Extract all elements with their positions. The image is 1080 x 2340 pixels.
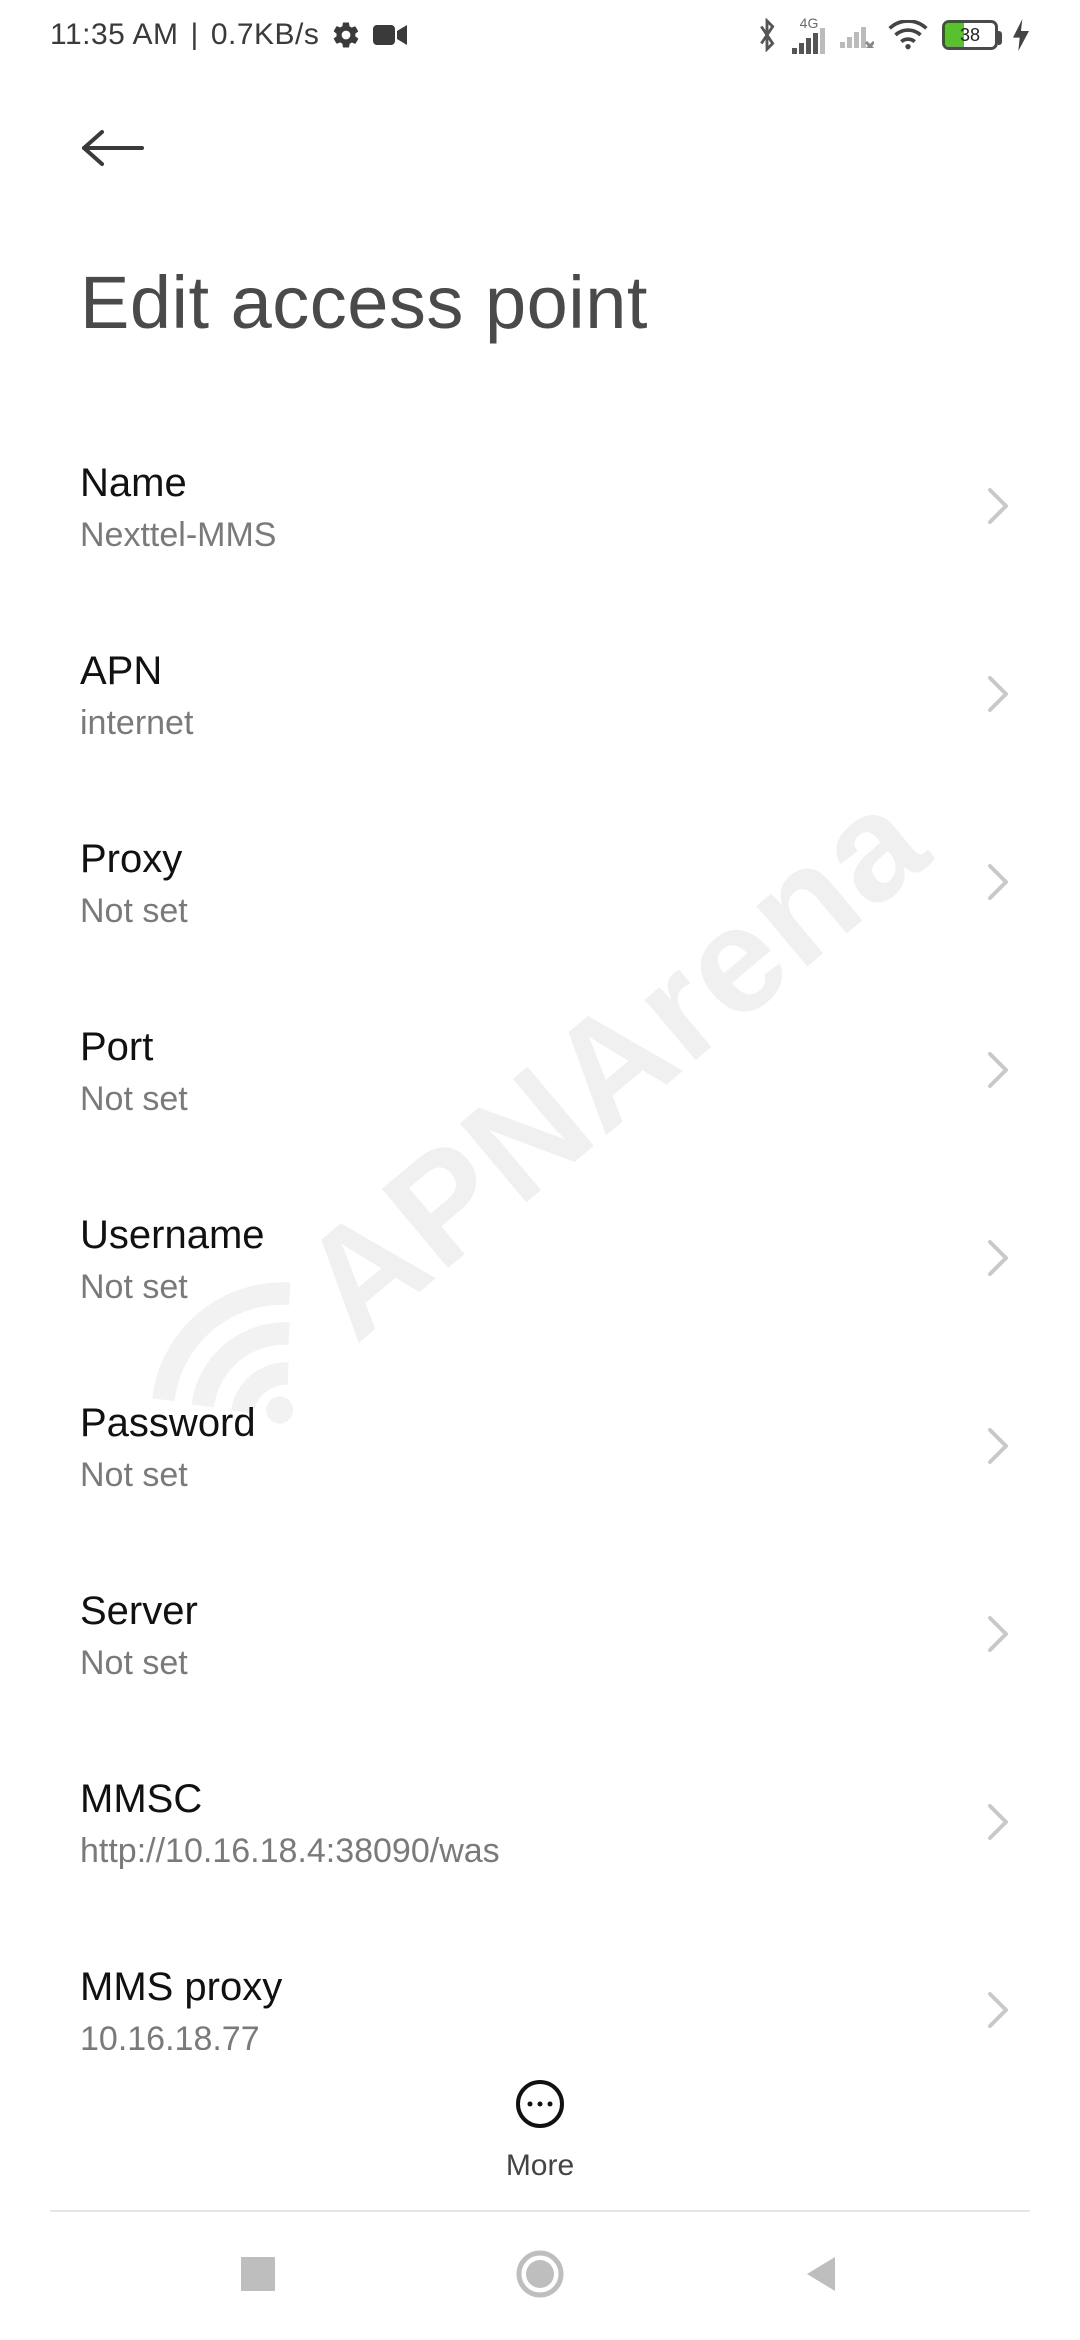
setting-value: Not set [80,892,964,931]
circle-icon [514,2287,566,2304]
action-bar: More [0,2050,1080,2210]
triangle-left-icon [801,2282,843,2299]
setting-value: Not set [80,1456,964,1495]
setting-label: Proxy [80,837,964,882]
signal-bars-icon [792,28,826,54]
nav-home-button[interactable] [514,2248,566,2305]
title-wrap: Edit access point [0,205,1080,375]
setting-label: Password [80,1401,964,1446]
status-net-speed: 0.7KB/s [211,18,320,52]
toolbar [0,70,1080,205]
battery-indicator: 38 [942,20,998,50]
chevron-right-icon [984,1800,1020,1849]
setting-value: Not set [80,1268,964,1307]
setting-label: Server [80,1589,964,1634]
setting-row-port[interactable]: Port Not set [80,979,1020,1167]
status-time: 11:35 AM [50,18,179,52]
more-icon [514,2078,566,2135]
setting-row-main: Port Not set [80,1025,964,1119]
signal-2-no-sim-icon [840,22,874,48]
chevron-right-icon [984,1048,1020,1097]
setting-row-password[interactable]: Password Not set [80,1355,1020,1543]
setting-row-proxy[interactable]: Proxy Not set [80,791,1020,979]
more-button[interactable]: More [506,2078,574,2183]
wifi-icon [888,20,928,50]
arrow-left-icon [80,128,146,173]
setting-row-username[interactable]: Username Not set [80,1167,1020,1355]
charging-icon [1012,19,1030,51]
status-right: 4G 38 [756,16,1030,54]
back-button[interactable] [80,125,150,175]
setting-row-main: MMS proxy10.16.18.77 [80,1965,964,2059]
setting-row-server[interactable]: Server Not set [80,1543,1020,1731]
chevron-right-icon [984,672,1020,721]
chevron-right-icon [984,1236,1020,1285]
setting-label: MMSC [80,1777,964,1822]
navigation-bar [0,2212,1080,2340]
setting-row-main: MMSC http://10.16.18.4:38090/was [80,1777,964,1871]
nav-back-button[interactable] [801,2253,843,2300]
camera-icon [373,23,407,47]
setting-label: Username [80,1213,964,1258]
settings-list[interactable]: NameNexttel-MMSAPNinternetProxyNot setPo… [0,375,1080,2295]
gear-icon [331,20,361,50]
more-label: More [506,2149,574,2183]
setting-value: Not set [80,1644,964,1683]
setting-label: MMS proxy [80,1965,964,2010]
setting-row-name[interactable]: Name Nexttel-MMS [80,415,1020,603]
chevron-right-icon [984,1424,1020,1473]
setting-label: Name [80,461,964,506]
setting-row-main: Name Nexttel-MMS [80,461,964,555]
setting-value: Not set [80,1080,964,1119]
chevron-right-icon [984,1612,1020,1661]
chevron-right-icon [984,484,1020,533]
setting-row-main: APN internet [80,649,964,743]
setting-row-main: Username Not set [80,1213,964,1307]
chevron-right-icon [984,860,1020,909]
status-left: 11:35 AM | 0.7KB/s [50,18,407,52]
setting-label: APN [80,649,964,694]
status-sep: | [191,18,199,52]
status-bar: 11:35 AM | 0.7KB/s 4G 38 [0,0,1080,70]
square-icon [237,2282,279,2299]
setting-row-main: Proxy Not set [80,837,964,931]
bluetooth-icon [756,18,778,52]
setting-label: Port [80,1025,964,1070]
nav-recents-button[interactable] [237,2253,279,2300]
setting-value: internet [80,704,964,743]
setting-value: http://10.16.18.4:38090/was [80,1832,964,1871]
setting-row-apn[interactable]: APN internet [80,603,1020,791]
battery-percent: 38 [945,22,995,48]
setting-row-mmsc[interactable]: MMSC http://10.16.18.4:38090/was [80,1731,1020,1919]
setting-row-main: Password Not set [80,1401,964,1495]
setting-value: Nexttel-MMS [80,516,964,555]
chevron-right-icon [984,1988,1020,2037]
signal-1: 4G [792,16,826,54]
setting-row-main: Server Not set [80,1589,964,1683]
page-title: Edit access point [80,260,1000,345]
